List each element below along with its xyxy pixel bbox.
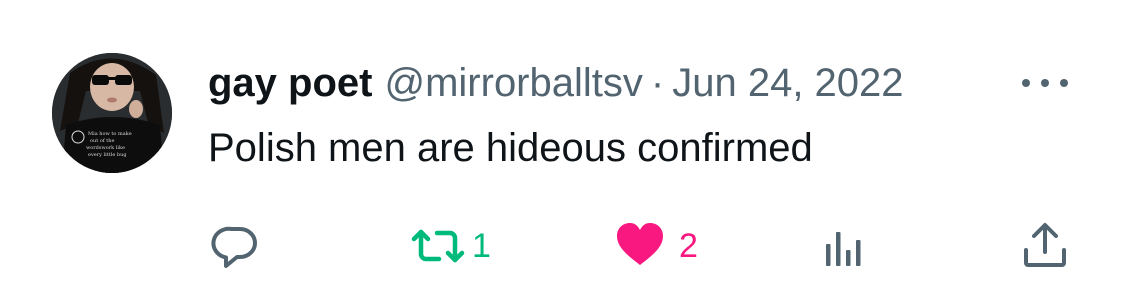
avatar-shirt-line-2: out of the xyxy=(90,138,115,144)
more-dot xyxy=(1041,79,1049,87)
retweet-icon xyxy=(411,229,465,263)
share-button[interactable] xyxy=(1020,220,1070,272)
display-name[interactable]: gay poet xyxy=(208,58,372,108)
like-count: 2 xyxy=(679,227,698,265)
separator-dot: · xyxy=(650,61,665,105)
tweet-header: gay poet @mirrorballtsv · Jun 24, 2022 xyxy=(208,58,904,108)
avatar-shirt-line-1: Mia how to make xyxy=(88,131,132,137)
tweet-date[interactable]: Jun 24, 2022 xyxy=(672,58,903,108)
tweet-actions: 1 2 xyxy=(0,220,1125,272)
avatar[interactable]: Mia how to make out of the wordswork lik… xyxy=(52,53,172,173)
avatar-shirt-line-4: every little bug xyxy=(88,152,127,158)
reply-icon xyxy=(211,226,257,268)
more-dot xyxy=(1022,79,1030,87)
tweet[interactable]: Mia how to make out of the wordswork lik… xyxy=(0,0,1125,296)
share-icon xyxy=(1024,223,1066,267)
views-icon xyxy=(826,232,861,266)
like-button[interactable]: 2 xyxy=(615,220,698,272)
reply-button[interactable] xyxy=(210,220,272,272)
user-handle[interactable]: @mirrorballtsv xyxy=(384,58,642,108)
avatar-shirt-line-3: wordswork like xyxy=(86,145,125,151)
retweet-button[interactable]: 1 xyxy=(410,220,491,272)
avatar-image: Mia how to make out of the wordswork lik… xyxy=(52,53,172,173)
heart-icon xyxy=(617,223,663,265)
more-dot xyxy=(1060,79,1068,87)
views-button[interactable] xyxy=(822,220,876,272)
retweet-count: 1 xyxy=(472,227,491,265)
more-options-icon[interactable] xyxy=(1022,70,1068,96)
tweet-text: Polish men are hideous confirmed xyxy=(208,126,813,170)
